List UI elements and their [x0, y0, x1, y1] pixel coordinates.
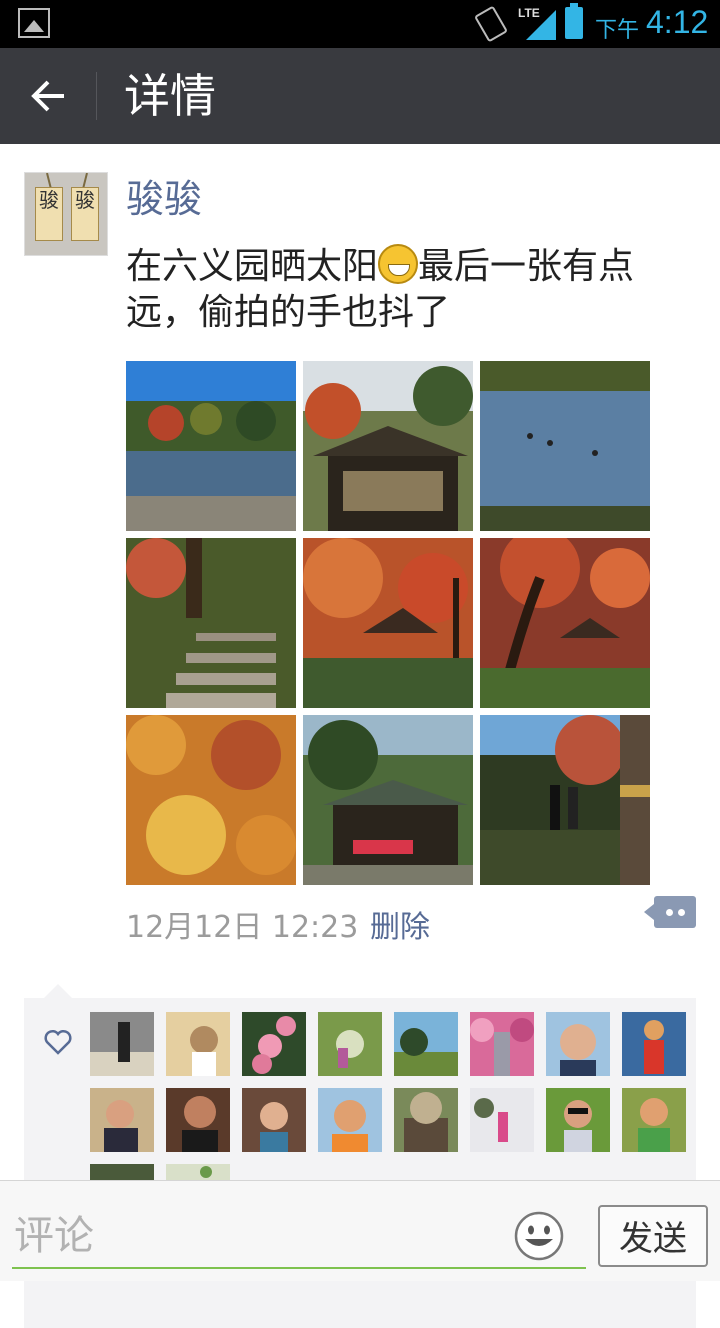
liker-avatar[interactable] — [546, 1088, 610, 1152]
comment-bar: 发送 — [0, 1180, 720, 1281]
photo-grid — [126, 361, 652, 885]
photo-thumbnail[interactable] — [480, 538, 650, 708]
send-button[interactable]: 发送 — [598, 1205, 708, 1267]
liker-avatar[interactable] — [394, 1088, 458, 1152]
liker-avatar[interactable] — [318, 1012, 382, 1076]
liker-avatar[interactable] — [546, 1012, 610, 1076]
grinning-face-emoji-icon — [378, 244, 419, 284]
page-title: 详情 — [124, 69, 216, 123]
clock-ampm: 下午 — [595, 18, 640, 43]
photo-thumbnail[interactable] — [126, 361, 296, 531]
post-text-part1: 在六义园晒太阳 — [126, 246, 379, 287]
liker-avatar[interactable] — [166, 1012, 230, 1076]
liker-avatar[interactable] — [242, 1088, 306, 1152]
comment-input[interactable] — [12, 1201, 590, 1271]
liker-avatar[interactable] — [90, 1164, 154, 1180]
author-name[interactable]: 骏骏 — [126, 174, 202, 224]
liker-avatar[interactable] — [242, 1012, 306, 1076]
liker-avatar[interactable] — [470, 1088, 534, 1152]
photo-thumbnail[interactable] — [480, 361, 650, 531]
delete-link[interactable]: 删除 — [370, 902, 430, 946]
liker-avatar[interactable] — [622, 1088, 686, 1152]
gallery-icon — [18, 8, 50, 38]
status-bar: LTE 下午 4:12 — [0, 0, 720, 48]
comment-bubble-icon[interactable] — [644, 896, 696, 928]
comment-bubble-dot — [666, 909, 673, 916]
signal-icon — [526, 10, 556, 40]
liker-avatar[interactable] — [318, 1088, 382, 1152]
liker-avatar[interactable] — [166, 1164, 230, 1180]
avatar-tag-left: 骏 — [35, 187, 63, 241]
clock-time: 4:12 — [646, 4, 709, 40]
liker-avatar[interactable] — [622, 1012, 686, 1076]
photo-thumbnail[interactable] — [303, 538, 473, 708]
photo-thumbnail[interactable] — [303, 361, 473, 531]
post-timestamp: 12月12日 12:23 — [126, 910, 359, 945]
post-text: 在六义园晒太阳 最后一张有点远，偷拍的手也抖了 — [126, 244, 696, 336]
liker-avatar[interactable] — [166, 1088, 230, 1152]
smiley-icon[interactable] — [514, 1211, 564, 1261]
liker-avatar[interactable] — [470, 1012, 534, 1076]
comment-bubble-dot — [678, 909, 685, 916]
arrow-left-icon[interactable] — [28, 76, 68, 116]
photo-thumbnail[interactable] — [126, 715, 296, 885]
liker-avatar[interactable] — [90, 1012, 154, 1076]
battery-icon — [565, 3, 583, 39]
action-bar: 详情 — [0, 48, 720, 144]
action-bar-divider — [96, 72, 97, 120]
heart-icon — [44, 1029, 72, 1055]
comment-input-underline — [12, 1267, 586, 1269]
vibrate-icon — [473, 5, 509, 43]
avatar[interactable]: 骏 骏 — [24, 172, 108, 256]
photo-thumbnail[interactable] — [303, 715, 473, 885]
photo-thumbnail[interactable] — [126, 538, 296, 708]
liker-avatar[interactable] — [394, 1012, 458, 1076]
photo-thumbnail[interactable] — [480, 715, 650, 885]
avatar-tag-right: 骏 — [71, 187, 99, 241]
liker-avatar[interactable] — [90, 1088, 154, 1152]
